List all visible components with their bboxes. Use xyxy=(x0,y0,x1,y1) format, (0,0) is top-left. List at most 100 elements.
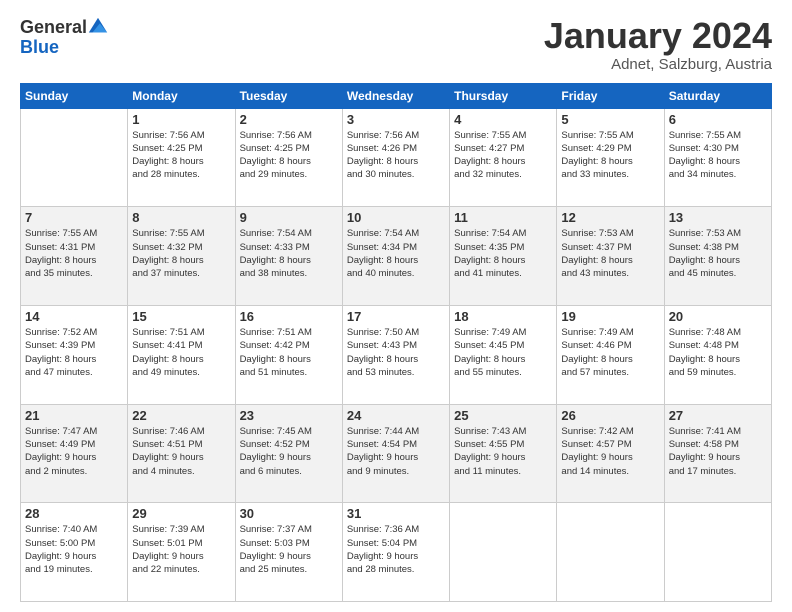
day-number: 11 xyxy=(454,210,552,225)
logo-blue: Blue xyxy=(20,38,109,56)
day-info: Sunrise: 7:41 AMSunset: 4:58 PMDaylight:… xyxy=(669,425,767,478)
day-info: Sunrise: 7:51 AMSunset: 4:42 PMDaylight:… xyxy=(240,326,338,379)
logo: General Blue xyxy=(20,16,109,56)
table-row: 30 Sunrise: 7:37 AMSunset: 5:03 PMDayligh… xyxy=(235,503,342,602)
table-row: 22 Sunrise: 7:46 AMSunset: 4:51 PMDayligh… xyxy=(128,404,235,503)
day-number: 3 xyxy=(347,112,445,127)
day-number: 31 xyxy=(347,506,445,521)
day-number: 22 xyxy=(132,408,230,423)
day-info: Sunrise: 7:52 AMSunset: 4:39 PMDaylight:… xyxy=(25,326,123,379)
table-row: 26 Sunrise: 7:42 AMSunset: 4:57 PMDayligh… xyxy=(557,404,664,503)
logo-general: General xyxy=(20,18,87,36)
day-number: 27 xyxy=(669,408,767,423)
day-info: Sunrise: 7:53 AMSunset: 4:38 PMDaylight:… xyxy=(669,227,767,280)
page: General Blue January 2024 Adnet, Salzbur… xyxy=(0,0,792,612)
location: Adnet, Salzburg, Austria xyxy=(544,56,772,73)
table-row: 11 Sunrise: 7:54 AMSunset: 4:35 PMDayligh… xyxy=(450,207,557,306)
col-thursday: Thursday xyxy=(450,83,557,108)
table-row: 24 Sunrise: 7:44 AMSunset: 4:54 PMDayligh… xyxy=(342,404,449,503)
table-row: 20Sunrise: 7:48 AMSunset: 4:48 PMDayligh… xyxy=(664,305,771,404)
day-number: 10 xyxy=(347,210,445,225)
day-info: Sunrise: 7:39 AMSunset: 5:01 PMDaylight:… xyxy=(132,523,230,576)
day-info: Sunrise: 7:54 AMSunset: 4:34 PMDaylight:… xyxy=(347,227,445,280)
table-row: 14 Sunrise: 7:52 AMSunset: 4:39 PMDayligh… xyxy=(21,305,128,404)
day-number: 8 xyxy=(132,210,230,225)
table-row xyxy=(21,108,128,207)
day-number: 28 xyxy=(25,506,123,521)
table-row: 8 Sunrise: 7:55 AMSunset: 4:32 PMDaylight… xyxy=(128,207,235,306)
day-info: Sunrise: 7:55 AMSunset: 4:31 PMDaylight:… xyxy=(25,227,123,280)
table-row xyxy=(557,503,664,602)
day-info: Sunrise: 7:42 AMSunset: 4:57 PMDaylight:… xyxy=(561,425,659,478)
calendar-week-row: 14 Sunrise: 7:52 AMSunset: 4:39 PMDayligh… xyxy=(21,305,772,404)
table-row: 18 Sunrise: 7:49 AMSunset: 4:45 PMDayligh… xyxy=(450,305,557,404)
day-info: Sunrise: 7:49 AMSunset: 4:45 PMDaylight:… xyxy=(454,326,552,379)
table-row: 25 Sunrise: 7:43 AMSunset: 4:55 PMDayligh… xyxy=(450,404,557,503)
col-tuesday: Tuesday xyxy=(235,83,342,108)
day-number: 2 xyxy=(240,112,338,127)
day-info: Sunrise: 7:54 AMSunset: 4:35 PMDaylight:… xyxy=(454,227,552,280)
day-number: 25 xyxy=(454,408,552,423)
day-info: Sunrise: 7:50 AMSunset: 4:43 PMDaylight:… xyxy=(347,326,445,379)
day-number: 21 xyxy=(25,408,123,423)
day-number: 7 xyxy=(25,210,123,225)
calendar-week-row: 1 Sunrise: 7:56 AMSunset: 4:25 PMDaylight… xyxy=(21,108,772,207)
col-sunday: Sunday xyxy=(21,83,128,108)
day-info: Sunrise: 7:56 AMSunset: 4:25 PMDaylight:… xyxy=(132,129,230,182)
day-number: 12 xyxy=(561,210,659,225)
table-row xyxy=(664,503,771,602)
day-number: 23 xyxy=(240,408,338,423)
table-row: 17Sunrise: 7:50 AMSunset: 4:43 PMDayligh… xyxy=(342,305,449,404)
day-info: Sunrise: 7:55 AMSunset: 4:27 PMDaylight:… xyxy=(454,129,552,182)
table-row: 19 Sunrise: 7:49 AMSunset: 4:46 PMDayligh… xyxy=(557,305,664,404)
day-info: Sunrise: 7:37 AMSunset: 5:03 PMDaylight:… xyxy=(240,523,338,576)
table-row: 3Sunrise: 7:56 AMSunset: 4:26 PMDaylight… xyxy=(342,108,449,207)
table-row: 7 Sunrise: 7:55 AMSunset: 4:31 PMDaylight… xyxy=(21,207,128,306)
table-row: 16 Sunrise: 7:51 AMSunset: 4:42 PMDayligh… xyxy=(235,305,342,404)
day-number: 16 xyxy=(240,309,338,324)
day-number: 6 xyxy=(669,112,767,127)
title-area: January 2024 Adnet, Salzburg, Austria xyxy=(544,16,772,73)
day-number: 18 xyxy=(454,309,552,324)
day-number: 26 xyxy=(561,408,659,423)
day-number: 30 xyxy=(240,506,338,521)
day-info: Sunrise: 7:49 AMSunset: 4:46 PMDaylight:… xyxy=(561,326,659,379)
table-row: 5Sunrise: 7:55 AMSunset: 4:29 PMDaylight… xyxy=(557,108,664,207)
day-number: 24 xyxy=(347,408,445,423)
col-saturday: Saturday xyxy=(664,83,771,108)
day-number: 1 xyxy=(132,112,230,127)
day-info: Sunrise: 7:36 AMSunset: 5:04 PMDaylight:… xyxy=(347,523,445,576)
table-row: 15Sunrise: 7:51 AMSunset: 4:41 PMDayligh… xyxy=(128,305,235,404)
day-info: Sunrise: 7:51 AMSunset: 4:41 PMDaylight:… xyxy=(132,326,230,379)
day-number: 4 xyxy=(454,112,552,127)
day-number: 19 xyxy=(561,309,659,324)
day-number: 13 xyxy=(669,210,767,225)
day-number: 14 xyxy=(25,309,123,324)
header: General Blue January 2024 Adnet, Salzbur… xyxy=(20,16,772,73)
logo-icon xyxy=(87,16,109,38)
day-info: Sunrise: 7:54 AMSunset: 4:33 PMDaylight:… xyxy=(240,227,338,280)
table-row: 21 Sunrise: 7:47 AMSunset: 4:49 PMDayligh… xyxy=(21,404,128,503)
day-info: Sunrise: 7:43 AMSunset: 4:55 PMDaylight:… xyxy=(454,425,552,478)
col-friday: Friday xyxy=(557,83,664,108)
table-row: 28Sunrise: 7:40 AMSunset: 5:00 PMDayligh… xyxy=(21,503,128,602)
day-info: Sunrise: 7:47 AMSunset: 4:49 PMDaylight:… xyxy=(25,425,123,478)
table-row: 23 Sunrise: 7:45 AMSunset: 4:52 PMDayligh… xyxy=(235,404,342,503)
day-info: Sunrise: 7:55 AMSunset: 4:29 PMDaylight:… xyxy=(561,129,659,182)
day-info: Sunrise: 7:46 AMSunset: 4:51 PMDaylight:… xyxy=(132,425,230,478)
day-number: 9 xyxy=(240,210,338,225)
calendar-header-row: Sunday Monday Tuesday Wednesday Thursday… xyxy=(21,83,772,108)
table-row: 4 Sunrise: 7:55 AMSunset: 4:27 PMDaylight… xyxy=(450,108,557,207)
table-row: 31 Sunrise: 7:36 AMSunset: 5:04 PMDayligh… xyxy=(342,503,449,602)
calendar-week-row: 7 Sunrise: 7:55 AMSunset: 4:31 PMDaylight… xyxy=(21,207,772,306)
day-info: Sunrise: 7:44 AMSunset: 4:54 PMDaylight:… xyxy=(347,425,445,478)
day-info: Sunrise: 7:55 AMSunset: 4:32 PMDaylight:… xyxy=(132,227,230,280)
table-row: 12Sunrise: 7:53 AMSunset: 4:37 PMDayligh… xyxy=(557,207,664,306)
day-info: Sunrise: 7:55 AMSunset: 4:30 PMDaylight:… xyxy=(669,129,767,182)
day-info: Sunrise: 7:48 AMSunset: 4:48 PMDaylight:… xyxy=(669,326,767,379)
table-row: 13 Sunrise: 7:53 AMSunset: 4:38 PMDayligh… xyxy=(664,207,771,306)
day-info: Sunrise: 7:45 AMSunset: 4:52 PMDaylight:… xyxy=(240,425,338,478)
day-info: Sunrise: 7:56 AMSunset: 4:25 PMDaylight:… xyxy=(240,129,338,182)
calendar-week-row: 28Sunrise: 7:40 AMSunset: 5:00 PMDayligh… xyxy=(21,503,772,602)
calendar-table: Sunday Monday Tuesday Wednesday Thursday… xyxy=(20,83,772,602)
